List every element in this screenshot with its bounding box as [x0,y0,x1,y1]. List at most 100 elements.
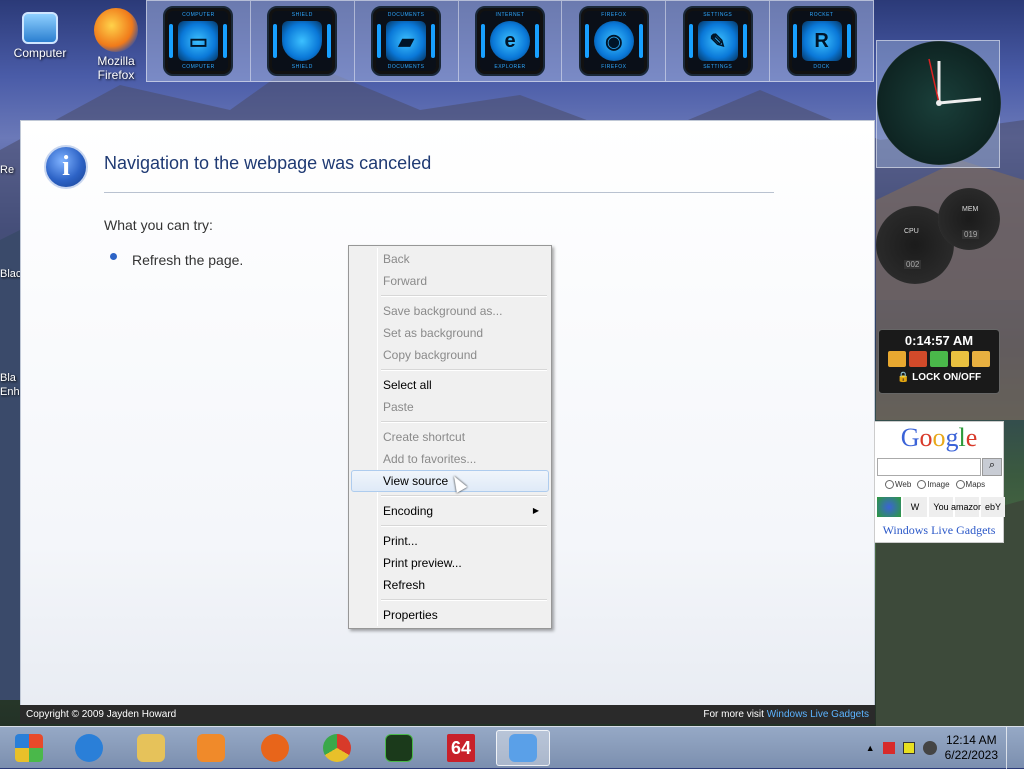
chrome-icon [323,734,351,762]
amazon-icon[interactable]: amazon [951,497,983,517]
suggestions-label: What you can try: [104,217,213,233]
clock-hands-icon [928,58,982,106]
monitor-icon [22,12,58,44]
mem-gauge-icon [938,188,1000,250]
launcher-tile-documents[interactable]: DOCUMENTS ▰ DOCUMENTS [355,1,459,81]
launcher-tile-computer[interactable]: COMPUTER ▭ COMPUTER [147,1,251,81]
page-title: Navigation to the webpage was canceled [104,153,432,173]
launcher-tile-firefox[interactable]: FIREFOX ◉ FIREFOX [562,1,667,81]
launcher-tile-settings[interactable]: SETTINGS ✎ SETTINGS [666,1,771,81]
google-logo: Google [875,423,1003,453]
gadget-window-icon [509,734,537,762]
tile-top-label: DOCUMENTS [387,12,425,18]
clock-gadget[interactable] [876,40,1001,168]
refresh-page-suggestion[interactable]: Refresh the page. [132,252,243,268]
lock-toggle[interactable]: 🔒 LOCK ON/OFF [879,372,999,383]
gadget-footer: Copyright © 2009 Jayden Howard For more … [20,705,875,724]
option-maps[interactable]: Maps [955,480,986,490]
launcher-bar: COMPUTER ▭ COMPUTER SHIELD SHIELD DOCUMENTS… [146,0,874,82]
menu-item-copy-background[interactable]: Copy background [351,344,549,366]
google-apps-icon[interactable] [877,497,901,517]
logoff-button-icon[interactable] [888,351,906,367]
google-search-input[interactable] [877,458,981,476]
tray-app-icon[interactable] [902,742,915,754]
action-center-flag-icon[interactable] [882,742,895,754]
tray-expand-icon[interactable]: ▲ [866,743,875,753]
logo-letter: G [900,423,920,452]
option-label: Maps [965,480,986,489]
desktop-edge-label[interactable]: Blac [0,268,21,280]
taskbar-app-system-monitor[interactable] [372,730,426,766]
ebay-icon[interactable]: ebY [981,497,1005,517]
option-image[interactable]: Image [917,480,950,490]
menu-item-print[interactable]: Print... [351,530,549,552]
start-button[interactable] [2,730,56,766]
search-icon[interactable]: ⌕ [982,458,1002,476]
desktop-edge-label[interactable]: Re [0,164,14,176]
taskbar-app-media-player[interactable] [184,730,238,766]
launcher-tile-shield[interactable]: SHIELD SHIELD [251,1,355,81]
windows-live-gadgets-link[interactable]: Windows Live Gadgets [875,523,1003,538]
lock-label: LOCK ON/OFF [912,372,982,383]
menu-separator [351,292,549,300]
footer-visit: For more visit Windows Live Gadgets [703,709,869,720]
menu-item-save-background[interactable]: Save background as... [351,300,549,322]
option-web[interactable]: Web [885,480,911,490]
wikipedia-icon[interactable]: W [903,497,927,517]
taskbar-app-chrome[interactable] [310,730,364,766]
logo-letter: o [919,423,933,452]
cpu-meter-gadget[interactable]: CPU MEM 002 019 [876,188,1002,288]
tile-bottom-label: SHIELD [291,64,313,70]
show-desktop-button[interactable] [1006,727,1016,769]
menu-separator [351,418,549,426]
key-button-icon[interactable] [951,351,969,367]
menu-item-back[interactable]: Back [351,248,549,270]
system-tray: ▲ 12:14 AM 6/22/2023 [866,727,1024,769]
menu-item-forward[interactable]: Forward [351,270,549,292]
menu-item-print-preview[interactable]: Print preview... [351,552,549,574]
menu-item-label: Encoding [383,504,434,518]
taskbar-app-file-explorer[interactable] [124,730,178,766]
tile-top-label: INTERNET [495,12,525,18]
taskbar-app-internet-explorer[interactable] [62,730,116,766]
tile-top-label: ROCKET [809,12,834,18]
launcher-tile-internet-explorer[interactable]: INTERNET e EXPLORER [459,1,563,81]
restart-button-icon[interactable] [930,351,948,367]
taskbar-app-gadget-window[interactable] [496,730,550,766]
menu-item-refresh[interactable]: Refresh [351,574,549,596]
menu-separator [351,522,549,530]
search-type-options: Web Image Maps [885,480,986,490]
windows-live-gadgets-link[interactable]: Windows Live Gadgets [767,709,869,720]
divider [104,192,774,193]
tray-clock[interactable]: 12:14 AM 6/22/2023 [945,733,998,763]
monitor-icon: ▭ [178,21,219,61]
desktop-icon-computer[interactable]: Computer [2,8,78,60]
google-tools: W You amazon ebY [877,497,1005,517]
shutdown-button-icon[interactable] [909,351,927,367]
cpu-label: CPU [904,228,919,235]
menu-item-properties[interactable]: Properties [351,604,549,626]
taskbar-app-firefox[interactable] [248,730,302,766]
sleep-button-icon[interactable] [972,351,990,367]
desktop-edge-label[interactable]: Bla [0,372,16,384]
menu-item-encoding[interactable]: Encoding ▶ [351,500,549,522]
tile-bottom-label: FIREFOX [601,64,627,70]
info-icon: i [44,145,88,189]
media-player-icon [197,734,225,762]
youtube-icon[interactable]: You [929,497,953,517]
desktop-icon-firefox[interactable]: Mozilla Firefox [78,8,154,82]
menu-item-select-all[interactable]: Select all [351,374,549,396]
tray-time: 12:14 AM [945,733,997,747]
tray-date: 6/22/2023 [944,748,998,762]
menu-item-set-background[interactable]: Set as background [351,322,549,344]
taskbar-app-c64[interactable]: 64 [434,730,488,766]
volume-icon[interactable] [922,741,937,755]
mem-value: 019 [962,230,980,239]
desktop-edge-label[interactable]: Enh [0,386,20,398]
menu-item-create-shortcut[interactable]: Create shortcut [351,426,549,448]
launcher-tile-rocket-dock[interactable]: ROCKET R DOCK [770,1,873,81]
logo-letter: e [965,423,978,452]
menu-item-add-favorites[interactable]: Add to favorites... [351,448,549,470]
menu-item-paste[interactable]: Paste [351,396,549,418]
menu-separator [351,596,549,604]
